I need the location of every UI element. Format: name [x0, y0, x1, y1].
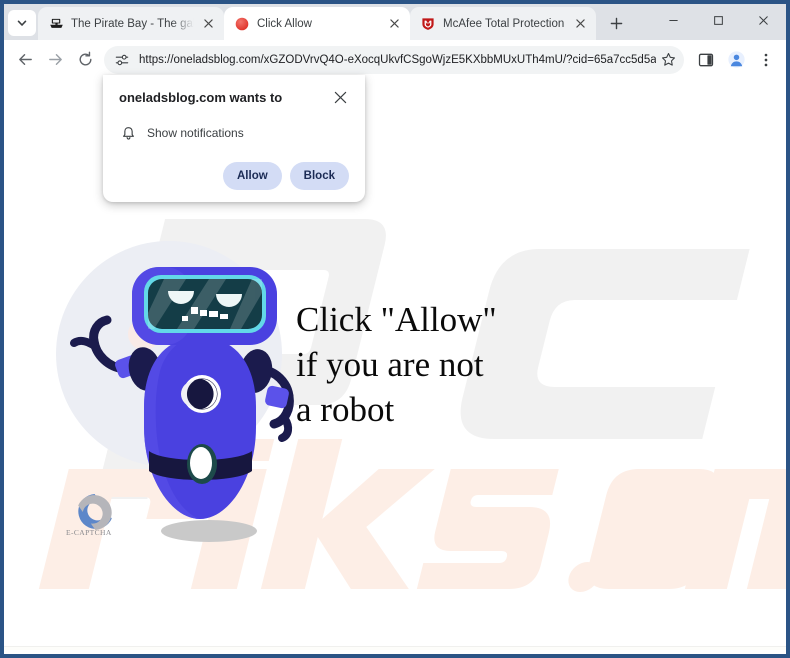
close-icon: [334, 91, 346, 103]
allow-button[interactable]: Allow: [223, 162, 282, 190]
maximize-button[interactable]: [696, 4, 741, 36]
reload-icon: [79, 51, 91, 66]
profile-button[interactable]: [722, 46, 750, 74]
tab-title: Click Allow: [257, 17, 312, 30]
tab-close-button[interactable]: [200, 16, 216, 32]
tab-mcafee[interactable]: McAfee Total Protection: [410, 7, 596, 40]
close-icon: [759, 15, 768, 25]
tab-title: The Pirate Bay - The galaxy's m: [71, 17, 194, 30]
red-circle-icon: [234, 16, 250, 32]
permission-row: Show notifications: [119, 124, 349, 142]
block-button[interactable]: Block: [289, 162, 349, 190]
tab-search-button[interactable]: [8, 10, 36, 36]
dialog-header: oneladsblog.com wants to: [119, 89, 349, 106]
dialog-close-button[interactable]: [331, 88, 349, 106]
robot-face-screen: [148, 279, 262, 329]
dialog-actions: Allow Block: [119, 162, 349, 190]
maximize-icon: [714, 15, 723, 25]
notification-permission-dialog: oneladsblog.com wants to Show notificati…: [103, 75, 365, 202]
close-icon: [389, 19, 399, 28]
forward-button[interactable]: [40, 45, 70, 75]
back-button[interactable]: [10, 45, 40, 75]
permission-label: Show notifications: [147, 126, 244, 140]
url-text: https://oneladsblog.com/xGZODVrvQ4O-eXoc…: [139, 53, 656, 66]
robot-shadow: [161, 520, 257, 542]
dialog-title: oneladsblog.com wants to: [119, 90, 283, 105]
new-tab-button[interactable]: [602, 9, 630, 37]
avatar-icon: [727, 51, 745, 68]
close-icon: [203, 19, 213, 28]
tab-strip: The Pirate Bay - The galaxy's m: [4, 4, 786, 40]
robot-left-eye: [168, 291, 194, 304]
bookmark-star-icon[interactable]: [656, 48, 680, 72]
tab-close-button[interactable]: [386, 16, 402, 32]
site-settings-icon[interactable]: [112, 50, 132, 70]
ecaptcha-brand-label: E-CAPTCHA: [66, 528, 112, 537]
side-panel-button[interactable]: [692, 46, 720, 74]
window-controls: [651, 4, 786, 40]
pirate-ship-icon: [48, 16, 64, 32]
robot-head: [132, 267, 277, 345]
plus-icon: [610, 17, 622, 29]
robot-body: [144, 337, 256, 519]
close-icon: [575, 19, 585, 28]
reload-button[interactable]: [70, 45, 100, 75]
tab-pirate-bay[interactable]: The Pirate Bay - The galaxy's m: [38, 7, 224, 40]
side-panel-icon: [698, 53, 714, 66]
tab-click-allow[interactable]: Click Allow: [224, 7, 410, 40]
arrow-right-icon: [48, 54, 62, 65]
chevron-down-icon: [17, 20, 27, 26]
bell-icon: [119, 124, 137, 142]
chrome-menu-button[interactable]: [752, 46, 780, 74]
backdrop-circle: [56, 241, 282, 467]
robot-right-eye: [216, 294, 242, 307]
close-window-button[interactable]: [741, 4, 786, 36]
address-bar[interactable]: https://oneladsblog.com/xGZODVrvQ4O-eXoc…: [104, 45, 684, 74]
page-bottom-strip: [4, 646, 786, 650]
tab-close-button[interactable]: [572, 16, 588, 32]
mcafee-shield-icon: [420, 16, 436, 32]
minimize-icon: [669, 19, 678, 21]
tab-title: McAfee Total Protection: [443, 17, 565, 30]
arrow-left-icon: [18, 54, 32, 65]
browser-toolbar: https://oneladsblog.com/xGZODVrvQ4O-eXoc…: [4, 40, 786, 79]
robot-belt: [149, 451, 252, 480]
browser-window: The Pirate Bay - The galaxy's m: [4, 4, 786, 654]
minimize-button[interactable]: [651, 4, 696, 36]
page-headline: Click "Allow" if you are not a robot: [296, 300, 497, 429]
three-dot-menu-icon: [764, 53, 768, 66]
